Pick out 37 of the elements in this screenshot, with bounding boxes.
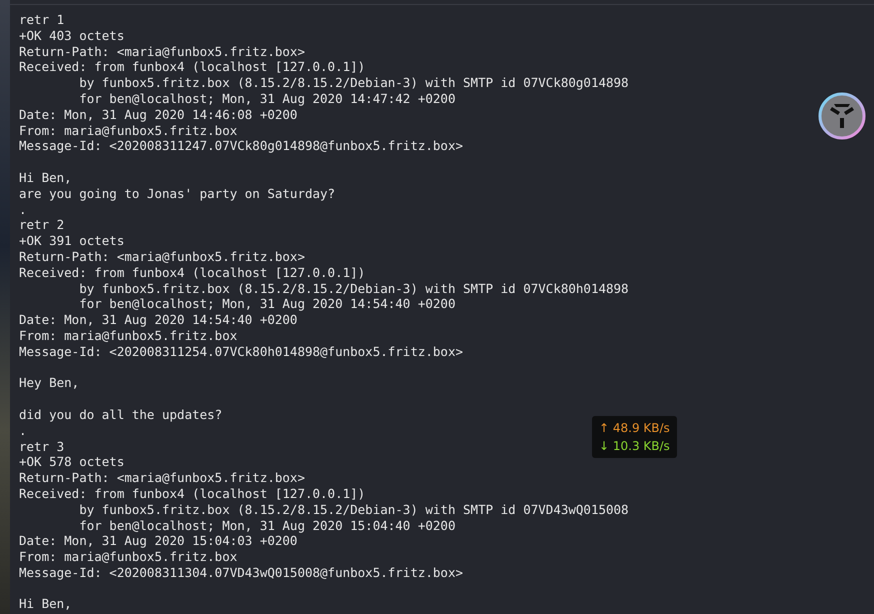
terminal-line: Return-Path: <maria@funbox5.fritz.box> xyxy=(19,44,305,60)
terminal-line: for ben@localhost; Mon, 31 Aug 2020 14:47:42 +0200 xyxy=(78,90,456,107)
terminal-line: +OK 391 octets xyxy=(19,233,124,249)
upload-rate: ↑ 48.9 KB/s xyxy=(599,420,670,437)
terminal-line: From: maria@funbox5.fritz.box xyxy=(19,549,238,565)
terminal-line: Received: from funbox4 (localhost [127.0.0.1]) xyxy=(19,59,366,76)
terminal-line: for ben@localhost; Mon, 31 Aug 2020 15:04:40 +0200 xyxy=(78,518,456,534)
terminal-line: Date: Mon, 31 Aug 2020 15:04:03 +0200 xyxy=(19,533,298,550)
terminal-line: retr 3 xyxy=(19,438,64,454)
terminal-line: for ben@localhost; Mon, 31 Aug 2020 14:54:40 +0200 xyxy=(78,296,456,312)
terminal-line: Hey Ben, xyxy=(19,375,80,392)
terminal-line: Received: from funbox4 (localhost [127.0.0.1]) xyxy=(19,264,366,281)
terminal-line: are you going to Jonas' party on Saturday? xyxy=(19,186,336,202)
terminal-line: From: maria@funbox5.fritz.box xyxy=(19,122,238,138)
terminal-line: Message-Id: <202008311247.07VCk80g014898@funbox5.fritz.box> xyxy=(19,138,464,154)
terminal-line: retr 2 xyxy=(19,217,64,234)
terminal-line: . xyxy=(19,422,27,439)
terminal-line: +OK 578 octets xyxy=(19,454,124,470)
terminal-line: Return-Path: <maria@funbox5.fritz.box> xyxy=(19,470,305,486)
terminal-line: by funbox5.fritz.box (8.15.2/8.15.2/Debian-3) with SMTP id 07VCk80h014898 xyxy=(78,280,629,296)
terminal-line: Date: Mon, 31 Aug 2020 14:54:40 +0200 xyxy=(19,312,298,328)
terminal-line: by funbox5.fritz.box (8.15.2/8.15.2/Debian-3) with SMTP id 07VD43wQ015008 xyxy=(78,502,629,518)
terminal-line: Date: Mon, 31 Aug 2020 14:46:08 +0200 xyxy=(19,106,298,123)
terminal-line: retr 1 xyxy=(19,12,64,28)
terminal-line: Hi Ben, xyxy=(19,170,72,186)
terminal-line: Message-Id: <202008311304.07VD43wQ015008@funbox5.fritz.box> xyxy=(19,564,464,581)
terminal-line: Message-Id: <202008311254.07VCk80h014898@funbox5.fritz.box> xyxy=(19,344,464,360)
terminal-line: Return-Path: <maria@funbox5.fritz.box> xyxy=(19,248,305,265)
terminal-line: Hi Ben, xyxy=(19,596,72,612)
download-rate: ↓ 10.3 KB/s xyxy=(599,438,670,455)
terminal-line: +OK 403 octets xyxy=(19,28,124,44)
terminal-line: . xyxy=(19,202,27,218)
terminal-line: by funbox5.fritz.box (8.15.2/8.15.2/Debian-3) with SMTP id 07VCk80g014898 xyxy=(78,75,629,91)
terminal-line: From: maria@funbox5.fritz.box xyxy=(19,328,238,344)
terminal-line: Received: from funbox4 (localhost [127.0.0.1]) xyxy=(19,486,366,502)
app-logo-icon[interactable] xyxy=(818,92,866,140)
terminal-line: did you do all the updates? xyxy=(19,406,222,423)
